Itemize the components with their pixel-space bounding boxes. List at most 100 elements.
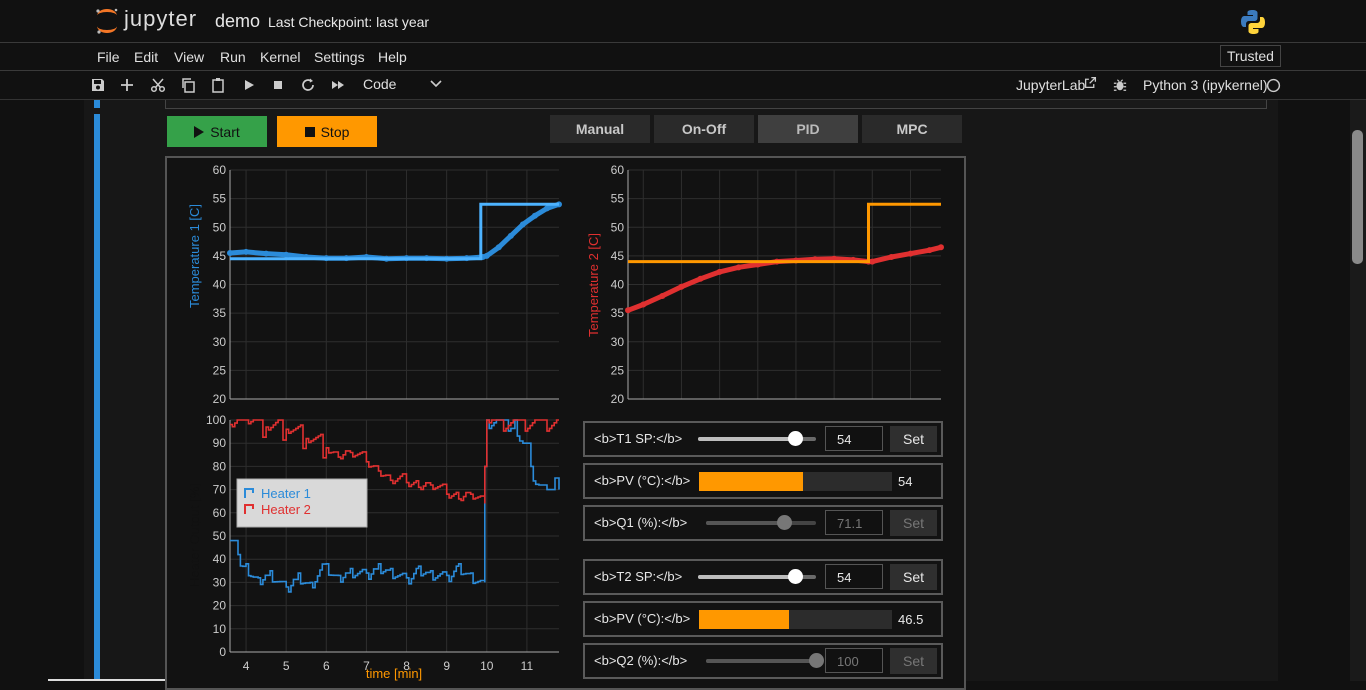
legend-heater1: Heater 1 <box>261 486 311 501</box>
q2-slider[interactable] <box>706 653 824 668</box>
q1-slider-fill <box>706 521 785 525</box>
x-tick-label: 5 <box>283 659 290 673</box>
pv2-value: 46.5 <box>898 612 924 627</box>
y-tick-label: 30 <box>213 335 227 349</box>
y-tick-label: 20 <box>213 599 227 613</box>
t2-sp-input[interactable]: 54 <box>825 564 883 589</box>
y-tick-label: 80 <box>213 459 227 473</box>
q1-slider-knob[interactable] <box>777 515 793 530</box>
q2-set-button[interactable]: Set <box>890 648 937 674</box>
y-tick-label: 25 <box>611 363 625 377</box>
measured-point <box>659 292 666 299</box>
q2-slider-knob[interactable] <box>809 653 824 668</box>
heater-legend: Heater 1 Heater 2 <box>236 478 368 528</box>
heater-ylabel: Heater Output [%] <box>187 483 202 587</box>
y-tick-label: 50 <box>213 529 227 543</box>
setpoint-line <box>230 202 559 261</box>
y-tick-label: 55 <box>611 192 625 206</box>
x-tick-label: 6 <box>323 659 330 673</box>
y-tick-label: 100 <box>206 413 226 427</box>
t1-sp-input[interactable]: 54 <box>825 426 883 451</box>
y-tick-label: 35 <box>213 306 227 320</box>
q1-set-button[interactable]: Set <box>890 510 937 536</box>
y-tick-label: 90 <box>213 436 227 450</box>
t2-sp-slider-fill <box>698 575 795 579</box>
q2-label: <b>Q2 (%):</b> <box>594 653 688 668</box>
measured-point <box>283 251 290 258</box>
time-xlabel: time [min] <box>366 666 422 681</box>
measured-point <box>907 250 914 257</box>
t1-set-button[interactable]: Set <box>890 426 937 452</box>
y-tick-label: 30 <box>213 575 227 589</box>
setpoint-line <box>628 202 941 264</box>
y-tick-label: 45 <box>611 249 625 263</box>
q2-slider-fill <box>706 659 816 663</box>
y-tick-label: 20 <box>611 392 625 406</box>
y-tick-label: 60 <box>213 506 227 520</box>
measured-point <box>543 205 550 212</box>
y-tick-label: 10 <box>213 622 227 636</box>
measured-point <box>640 301 647 308</box>
t1-setpoint-row: <b>T1 SP:</b> 54 Set <box>583 421 943 457</box>
pv1-row: <b>PV (°C):</b> 54 <box>583 463 943 499</box>
measured-point <box>227 250 233 257</box>
q1-input[interactable]: 71.1 <box>825 510 883 535</box>
measured-point <box>507 232 514 239</box>
x-tick-label: 9 <box>443 659 450 673</box>
measured-point <box>869 258 876 265</box>
measured-point <box>531 212 538 219</box>
measured-point <box>263 250 270 257</box>
x-tick-label: 11 <box>521 659 534 673</box>
t2-ylabel: Temperature 2 [C] <box>586 233 601 337</box>
t1-ylabel: Temperature 1 [C] <box>187 204 202 308</box>
q2-input[interactable]: 100 <box>825 648 883 673</box>
measured-point <box>243 248 250 255</box>
pv2-progress-fill <box>699 610 789 629</box>
temperature-2-chart: 20 25 30 35 40 45 50 55 60 <box>611 163 944 406</box>
y-tick-label: 50 <box>213 220 227 234</box>
y-tick-label: 45 <box>213 249 227 263</box>
measured-point <box>678 283 685 290</box>
y-tick-label: 40 <box>611 278 625 292</box>
t1-sp-slider-knob[interactable] <box>787 431 803 446</box>
q1-slider[interactable] <box>706 515 816 530</box>
measured-point <box>716 268 723 275</box>
pv1-progress-fill <box>699 472 804 491</box>
t1-sp-slider[interactable] <box>698 431 816 446</box>
t2-setpoint-row: <b>T2 SP:</b> 54 Set <box>583 559 943 595</box>
measured-point <box>483 252 490 259</box>
legend-heater2: Heater 2 <box>261 502 311 517</box>
measured-point <box>888 254 895 261</box>
y-tick-label: 55 <box>213 192 227 206</box>
pv1-value: 54 <box>898 474 913 489</box>
t2-set-button[interactable]: Set <box>890 564 937 590</box>
x-tick-label: 10 <box>480 659 494 673</box>
y-tick-label: 40 <box>213 278 227 292</box>
pv2-row: <b>PV (°C):</b> 46.5 <box>583 601 943 637</box>
t1-sp-slider-fill <box>698 437 795 441</box>
measured-point <box>519 221 526 228</box>
y-tick-label: 40 <box>213 552 227 566</box>
measured-point <box>938 244 944 251</box>
t2-sp-label: <b>T2 SP:</b> <box>594 569 683 584</box>
pv1-label: <b>PV (°C):</b> <box>594 473 691 488</box>
q2-row: <b>Q2 (%):</b> 100 Set <box>583 643 943 679</box>
y-tick-label: 25 <box>213 363 227 377</box>
t2-sp-slider-knob[interactable] <box>787 569 803 584</box>
q1-label: <b>Q1 (%):</b> <box>594 515 688 530</box>
measured-temperature-line <box>229 201 560 262</box>
heater-output-chart: 01020304050607080901004 5 6 7 8 9 10 11 <box>206 413 560 673</box>
y-tick-label: 35 <box>611 306 625 320</box>
measured-point <box>697 275 704 282</box>
y-tick-label: 60 <box>213 163 227 177</box>
t1-sp-label: <b>T1 SP:</b> <box>594 431 683 446</box>
y-tick-label: 70 <box>213 483 227 497</box>
measured-point <box>926 247 933 254</box>
t2-sp-slider[interactable] <box>698 569 816 584</box>
pv2-progress-bar <box>699 610 892 629</box>
y-tick-label: 20 <box>213 392 227 406</box>
measured-point <box>735 264 742 271</box>
y-tick-label: 30 <box>611 335 625 349</box>
y-tick-label: 60 <box>611 163 625 177</box>
measured-point <box>495 244 502 251</box>
